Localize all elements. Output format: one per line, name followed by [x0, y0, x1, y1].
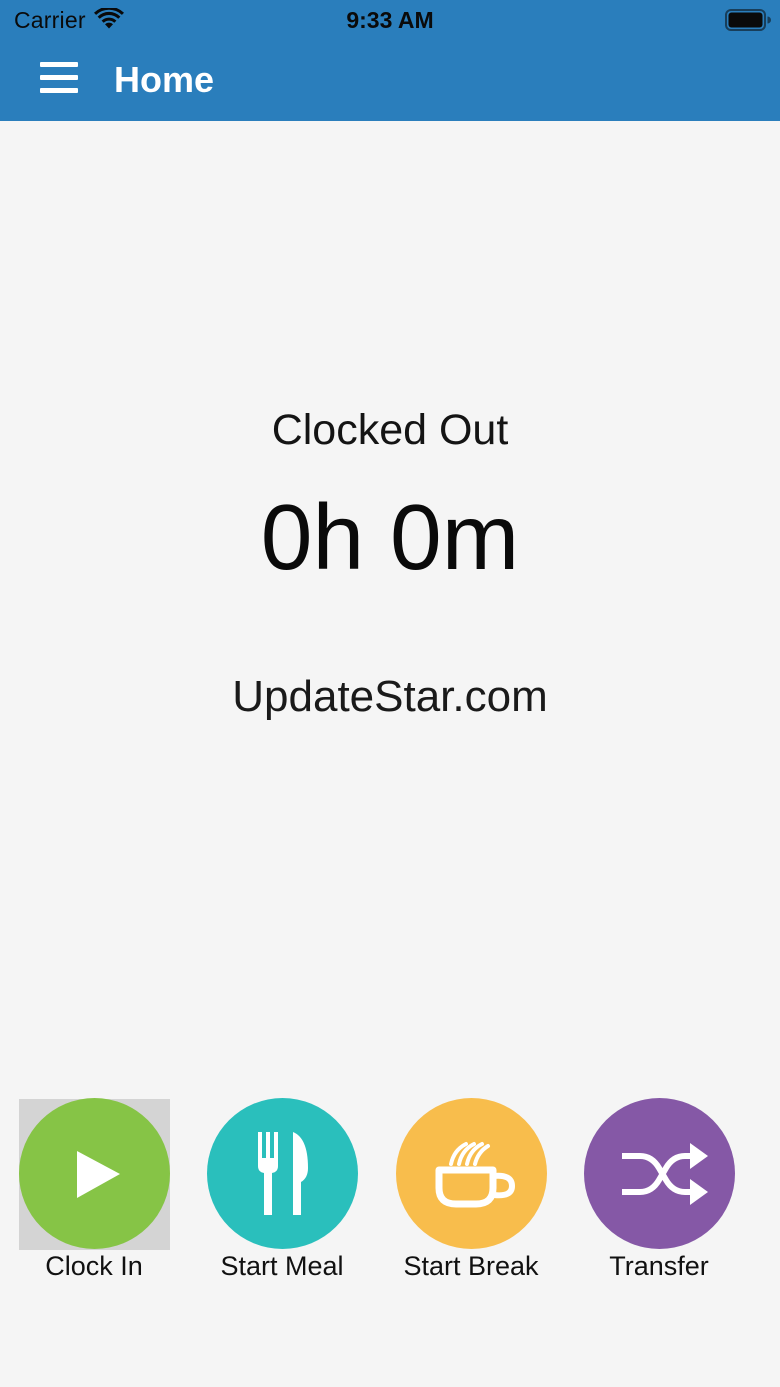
- transfer-button[interactable]: Transfer: [564, 1098, 754, 1288]
- clock-status: Clocked Out: [271, 406, 509, 454]
- status-bar: Carrier 9:33 AM: [0, 0, 780, 40]
- shuffle-icon: [622, 1143, 708, 1205]
- play-icon: [77, 1151, 120, 1198]
- transfer-circle[interactable]: [584, 1098, 735, 1249]
- clock-in-circle[interactable]: [19, 1098, 170, 1249]
- start-meal-circle[interactable]: [207, 1098, 358, 1249]
- clock-in-button[interactable]: Clock In: [0, 1098, 189, 1288]
- battery-icon: [725, 9, 771, 31]
- clock-in-label: Clock In: [45, 1251, 143, 1281]
- page-title: Home: [114, 59, 215, 100]
- start-meal-button[interactable]: Start Meal: [187, 1098, 377, 1288]
- start-break-label: Start Break: [403, 1251, 539, 1281]
- navigation-bar: Home: [0, 40, 780, 121]
- hamburger-menu-icon[interactable]: [36, 59, 82, 97]
- start-break-circle[interactable]: [396, 1098, 547, 1249]
- app-header: Carrier 9:33 AM Home: [0, 0, 780, 121]
- status-time: 9:33 AM: [346, 7, 434, 33]
- fork-knife-icon: [258, 1132, 308, 1215]
- start-meal-label: Start Meal: [220, 1251, 344, 1281]
- start-break-button[interactable]: Start Break: [376, 1098, 566, 1288]
- home-screen: Carrier 9:33 AM Home Clocked Out 0h 0m U…: [0, 0, 780, 1387]
- transfer-label: Transfer: [609, 1251, 709, 1281]
- worked-duration: 0h 0m: [260, 485, 520, 589]
- company-name: UpdateStar.com: [232, 672, 548, 721]
- coffee-cup-icon: [435, 1142, 516, 1208]
